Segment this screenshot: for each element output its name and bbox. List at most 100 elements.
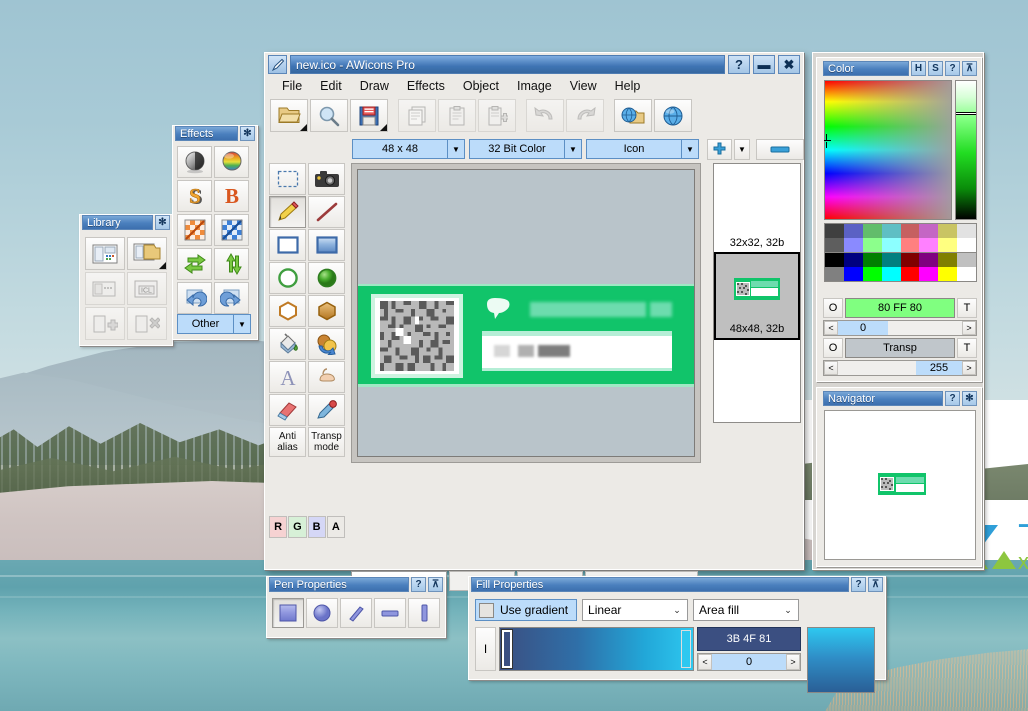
- close-icon[interactable]: ✻: [962, 391, 977, 406]
- tool-fill-bucket[interactable]: [269, 328, 306, 360]
- gradient-stop-end[interactable]: [681, 630, 691, 668]
- menu-file[interactable]: File: [273, 77, 311, 95]
- open-file-button[interactable]: [270, 99, 308, 132]
- gradient-type-dropdown[interactable]: Linear ⌄: [582, 599, 689, 621]
- menu-image[interactable]: Image: [508, 77, 561, 95]
- color-depth-dropdown[interactable]: 32 Bit Color ▼: [469, 139, 582, 159]
- decrement-icon[interactable]: <: [698, 654, 712, 670]
- increment-icon[interactable]: >: [962, 321, 976, 335]
- channel-g[interactable]: G: [288, 516, 307, 538]
- chevron-down-icon[interactable]: ⌄: [667, 605, 687, 616]
- close-button[interactable]: ✖: [778, 55, 800, 74]
- fg-opaque-button[interactable]: O: [823, 298, 843, 318]
- help-button[interactable]: ?: [851, 577, 866, 592]
- help-button[interactable]: ?: [411, 577, 426, 592]
- anti-alias-toggle[interactable]: Anti alias: [269, 427, 306, 457]
- swatch[interactable]: [862, 224, 882, 238]
- tool-line[interactable]: [308, 196, 345, 228]
- tool-capture[interactable]: [308, 163, 345, 195]
- increment-icon[interactable]: >: [786, 654, 800, 670]
- swatch[interactable]: [881, 238, 901, 252]
- effect-flip-horizontal[interactable]: [177, 248, 212, 280]
- swatch[interactable]: [957, 224, 976, 238]
- library-icl[interactable]: ICL: [127, 272, 167, 305]
- swatch[interactable]: [862, 267, 882, 281]
- swatch[interactable]: [957, 253, 976, 267]
- paste-button[interactable]: [438, 99, 476, 132]
- saturation-button[interactable]: S: [928, 61, 943, 76]
- size-dropdown[interactable]: 48 x 48 ▼: [352, 139, 465, 159]
- swatch[interactable]: [900, 238, 920, 252]
- pen-shape-square[interactable]: [272, 598, 304, 628]
- collapse-button[interactable]: ⊼: [428, 577, 443, 592]
- copy-page-button[interactable]: [398, 99, 436, 132]
- bg-color-swatch[interactable]: Transp: [845, 338, 955, 358]
- swatch[interactable]: [957, 238, 976, 252]
- close-icon[interactable]: ✻: [155, 215, 170, 230]
- swatch[interactable]: [938, 253, 958, 267]
- decrement-icon[interactable]: <: [824, 361, 838, 375]
- pen-shape-diagonal[interactable]: [340, 598, 372, 628]
- swatch[interactable]: [900, 267, 920, 281]
- channel-a[interactable]: A: [326, 516, 345, 538]
- bg-alpha-slider[interactable]: < 255 >: [823, 360, 977, 376]
- value-slider-handle[interactable]: [956, 112, 976, 115]
- effect-bold-text[interactable]: B: [214, 180, 249, 212]
- gradient-stop-start[interactable]: [501, 629, 513, 669]
- channel-b[interactable]: B: [307, 516, 326, 538]
- bg-opaque-button[interactable]: O: [823, 338, 843, 358]
- web-button[interactable]: [654, 99, 692, 132]
- library-open[interactable]: [85, 237, 125, 270]
- save-button[interactable]: [350, 99, 388, 132]
- close-icon[interactable]: ✻: [240, 126, 255, 141]
- swatch[interactable]: [825, 224, 844, 238]
- add-image-dropdown[interactable]: ▼: [734, 138, 750, 160]
- effect-rotate-right[interactable]: [214, 282, 249, 314]
- icon-variant-32[interactable]: 32x32, 32b: [714, 164, 800, 252]
- image-variant-list[interactable]: 32x32, 32b 48x48, 32b: [713, 163, 801, 423]
- bg-transparent-button[interactable]: T: [957, 338, 977, 358]
- swatch[interactable]: [957, 267, 976, 281]
- navigator-panel-titlebar[interactable]: Navigator ? ✻: [821, 391, 979, 406]
- tool-polygon-filled[interactable]: [308, 295, 345, 327]
- help-button[interactable]: ?: [728, 55, 750, 74]
- pen-shape-horizontal[interactable]: [374, 598, 406, 628]
- effects-other-dropdown[interactable]: Other ▼: [177, 314, 251, 334]
- collapse-button[interactable]: ⊼: [962, 61, 977, 76]
- tool-replace-color[interactable]: [308, 328, 345, 360]
- swatch[interactable]: [900, 224, 920, 238]
- chevron-down-icon[interactable]: ▼: [233, 315, 250, 333]
- library-delete[interactable]: [127, 307, 167, 340]
- gradient-strip[interactable]: [499, 627, 694, 671]
- chevron-down-icon[interactable]: ⌄: [778, 605, 798, 616]
- swatch[interactable]: [919, 238, 939, 252]
- effect-orange-checker[interactable]: [177, 214, 212, 246]
- menu-help[interactable]: Help: [606, 77, 650, 95]
- swatch[interactable]: [938, 267, 958, 281]
- edit-canvas[interactable]: [357, 169, 695, 457]
- gradient-stop-color-value[interactable]: 3B 4F 81: [697, 627, 801, 651]
- swatch[interactable]: [843, 224, 863, 238]
- menu-draw[interactable]: Draw: [351, 77, 398, 95]
- tool-ellipse-filled[interactable]: [308, 262, 345, 294]
- swatch[interactable]: [862, 238, 882, 252]
- tool-rect-filled[interactable]: [308, 229, 345, 261]
- value-slider[interactable]: [955, 80, 977, 220]
- tool-eyedropper[interactable]: [308, 394, 345, 426]
- tool-text[interactable]: A: [269, 361, 306, 393]
- redo-button[interactable]: [566, 99, 604, 132]
- library-open-folder[interactable]: [127, 237, 167, 270]
- tool-rect-outline[interactable]: [269, 229, 306, 261]
- library-palette-titlebar[interactable]: Library ✻: [80, 215, 172, 230]
- hue-saturation-field[interactable]: [824, 80, 952, 220]
- pen-shape-vertical[interactable]: [408, 598, 440, 628]
- swatch[interactable]: [825, 253, 844, 267]
- swatch[interactable]: [919, 224, 939, 238]
- tool-ellipse-outline[interactable]: [269, 262, 306, 294]
- fill-properties-titlebar[interactable]: Fill Properties ? ⊼: [469, 577, 885, 592]
- menu-view[interactable]: View: [561, 77, 606, 95]
- swatch[interactable]: [881, 224, 901, 238]
- swatch[interactable]: [825, 238, 844, 252]
- help-button[interactable]: ?: [945, 391, 960, 406]
- swatch[interactable]: [938, 238, 958, 252]
